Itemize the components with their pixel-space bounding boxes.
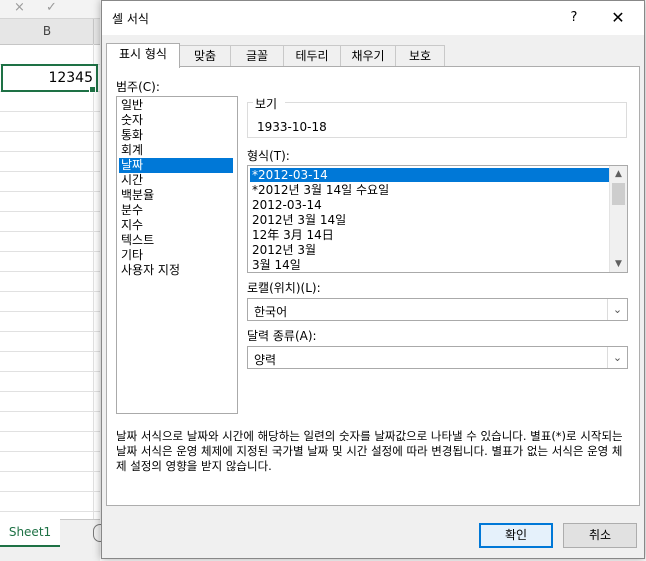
category-item-general[interactable]: 일반 bbox=[119, 98, 221, 113]
scroll-down-icon[interactable]: ▼ bbox=[610, 256, 627, 272]
tab-border[interactable]: 테두리 bbox=[283, 45, 341, 66]
type-item[interactable]: 12年 3月 14日 bbox=[250, 228, 612, 242]
format-description: 날짜 서식으로 날짜와 시간에 해당하는 일련의 숫자를 날짜값으로 나타낼 수… bbox=[116, 429, 623, 473]
gridline bbox=[0, 291, 100, 292]
gridline bbox=[0, 131, 100, 132]
gridline bbox=[0, 371, 100, 372]
sample-border-segment bbox=[285, 102, 627, 103]
fill-handle[interactable] bbox=[89, 86, 96, 93]
type-item[interactable]: *2012년 3월 14일 수요일 bbox=[250, 183, 612, 197]
category-label: 범주(C): bbox=[116, 80, 160, 94]
category-item-time[interactable]: 시간 bbox=[119, 173, 221, 188]
gridline bbox=[0, 451, 100, 452]
active-cell-b2[interactable]: 12345 bbox=[1, 64, 98, 92]
category-item-currency[interactable]: 통화 bbox=[119, 128, 221, 143]
scroll-thumb[interactable] bbox=[612, 183, 625, 205]
sample-value: 1933-10-18 bbox=[257, 120, 327, 134]
sheet-tab-sheet1[interactable]: Sheet1 bbox=[0, 519, 60, 547]
locale-select[interactable]: 한국어 ⌄ bbox=[247, 298, 628, 321]
format-cells-dialog: 셀 서식 ? ✕ 표시 형식 맞춤 글꼴 테두리 채우기 보호 범주(C): 일… bbox=[101, 0, 645, 559]
formula-bar: × ✓ bbox=[0, 0, 100, 19]
gridline bbox=[0, 411, 100, 412]
tab-fill[interactable]: 채우기 bbox=[340, 45, 396, 66]
gridline bbox=[0, 151, 100, 152]
category-item-custom[interactable]: 사용자 지정 bbox=[119, 263, 221, 278]
gridline bbox=[0, 231, 100, 232]
calendar-select[interactable]: 양력 ⌄ bbox=[247, 346, 628, 369]
category-item-text[interactable]: 텍스트 bbox=[119, 233, 221, 248]
gridline bbox=[0, 431, 100, 432]
cancel-entry-icon[interactable]: × bbox=[14, 0, 25, 15]
sample-group-border bbox=[247, 102, 627, 103]
gridline bbox=[0, 191, 100, 192]
gridline bbox=[0, 491, 100, 492]
gridline bbox=[0, 511, 100, 512]
gridline bbox=[0, 171, 100, 172]
ok-button[interactable]: 확인 bbox=[479, 523, 553, 548]
dialog-titlebar[interactable]: 셀 서식 ? ✕ bbox=[102, 1, 644, 35]
category-list[interactable]: 일반 숫자 통화 회계 날짜 시간 백분율 분수 지수 텍스트 기타 사용자 지… bbox=[116, 96, 238, 414]
cancel-button[interactable]: 취소 bbox=[563, 523, 637, 548]
category-item-number[interactable]: 숫자 bbox=[119, 113, 221, 128]
gridline bbox=[0, 311, 100, 312]
dialog-title: 셀 서식 bbox=[112, 12, 149, 26]
gridline bbox=[0, 331, 100, 332]
type-item[interactable]: 2012-03-14 bbox=[250, 198, 612, 212]
category-item-fraction[interactable]: 분수 bbox=[119, 203, 221, 218]
category-item-percentage[interactable]: 백분율 bbox=[119, 188, 221, 203]
sample-label: 보기 bbox=[255, 97, 278, 111]
chevron-down-icon[interactable]: ⌄ bbox=[607, 299, 627, 320]
gridline bbox=[0, 271, 100, 272]
locale-value: 한국어 bbox=[254, 305, 288, 319]
type-item[interactable]: *2012-03-14 bbox=[250, 168, 612, 182]
gridline bbox=[0, 391, 100, 392]
column-header-b[interactable]: B bbox=[1, 19, 94, 44]
type-item[interactable]: 3월 14일 bbox=[250, 258, 612, 272]
confirm-entry-icon[interactable]: ✓ bbox=[46, 0, 57, 15]
category-item-special[interactable]: 기타 bbox=[119, 248, 221, 263]
tab-strip: 표시 형식 맞춤 글꼴 테두리 채우기 보호 bbox=[102, 43, 644, 68]
category-item-scientific[interactable]: 지수 bbox=[119, 218, 221, 233]
calendar-label: 달력 종류(A): bbox=[247, 329, 317, 343]
tab-font[interactable]: 글꼴 bbox=[230, 45, 284, 66]
gridline bbox=[0, 111, 100, 112]
sample-border-segment bbox=[247, 102, 253, 103]
tab-protection[interactable]: 보호 bbox=[395, 45, 445, 66]
tab-alignment[interactable]: 맞춤 bbox=[179, 45, 231, 66]
gridline bbox=[0, 471, 100, 472]
tab-number[interactable]: 표시 형식 bbox=[106, 43, 180, 68]
type-item[interactable]: 2012년 3월 14일 bbox=[250, 213, 612, 227]
gridline bbox=[0, 211, 100, 212]
type-list-scrollbar[interactable]: ▲ ▼ bbox=[609, 166, 627, 272]
calendar-value: 양력 bbox=[254, 353, 277, 367]
type-item[interactable]: 2012년 3월 bbox=[250, 243, 612, 257]
type-list[interactable]: *2012-03-14 *2012년 3월 14일 수요일 2012-03-14… bbox=[247, 165, 628, 273]
help-button[interactable]: ? bbox=[560, 5, 588, 31]
column-divider bbox=[93, 44, 94, 519]
close-button[interactable]: ✕ bbox=[600, 5, 636, 31]
category-item-accounting[interactable]: 회계 bbox=[119, 143, 221, 158]
gridline bbox=[0, 251, 100, 252]
chevron-down-icon[interactable]: ⌄ bbox=[607, 347, 627, 368]
category-item-date[interactable]: 날짜 bbox=[119, 158, 233, 173]
type-label: 형식(T): bbox=[247, 149, 290, 163]
scroll-up-icon[interactable]: ▲ bbox=[610, 166, 627, 182]
locale-label: 로캘(위치)(L): bbox=[247, 281, 321, 295]
gridline bbox=[0, 351, 100, 352]
